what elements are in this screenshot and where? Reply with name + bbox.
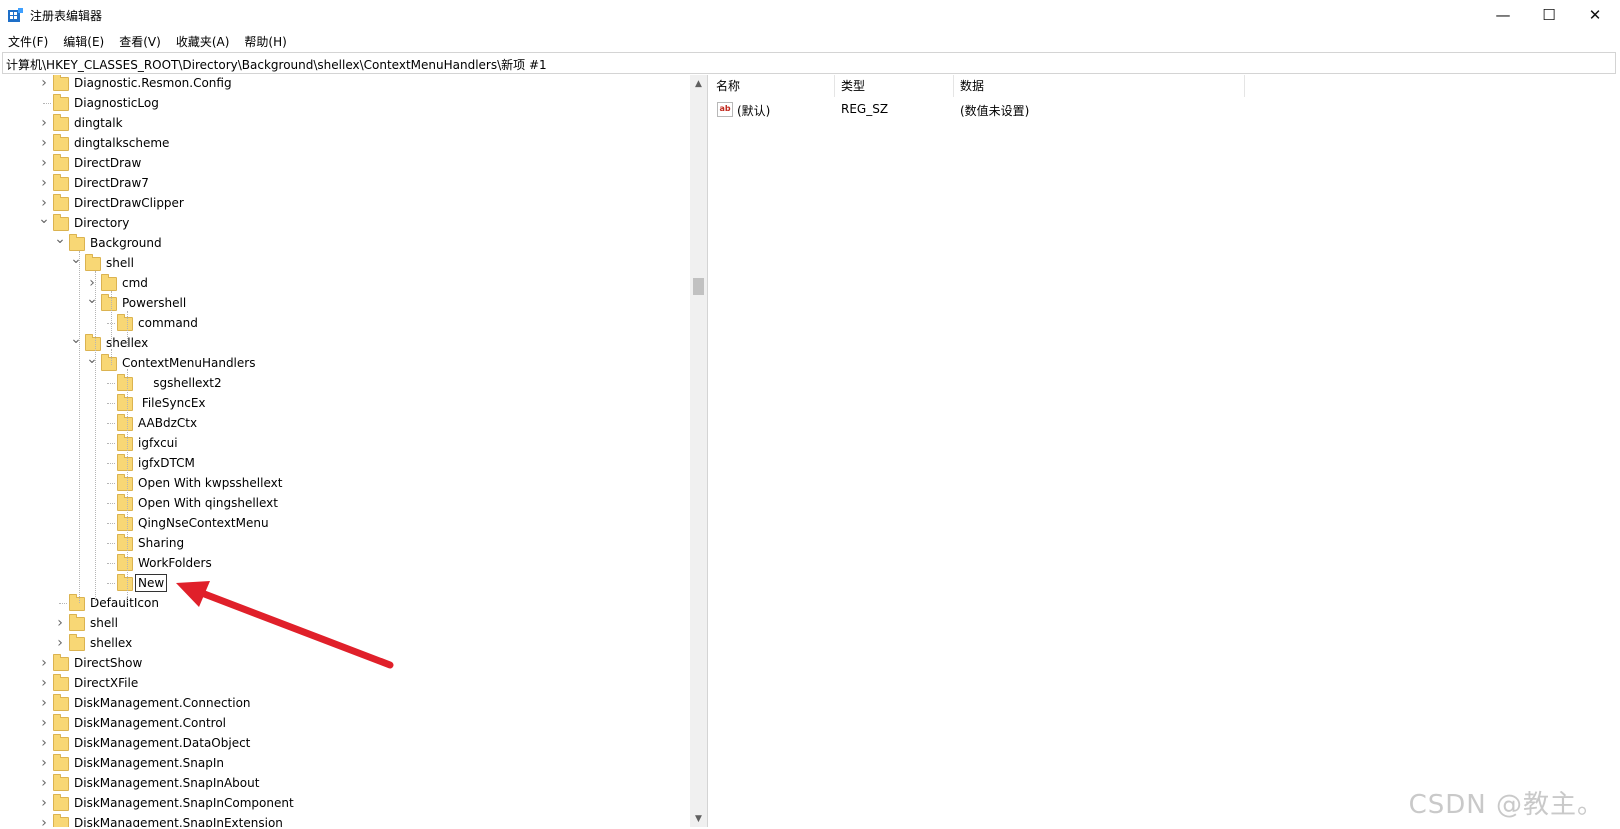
watermark: CSDN @教主。 — [1408, 790, 1604, 820]
annotation-arrow — [176, 581, 394, 669]
